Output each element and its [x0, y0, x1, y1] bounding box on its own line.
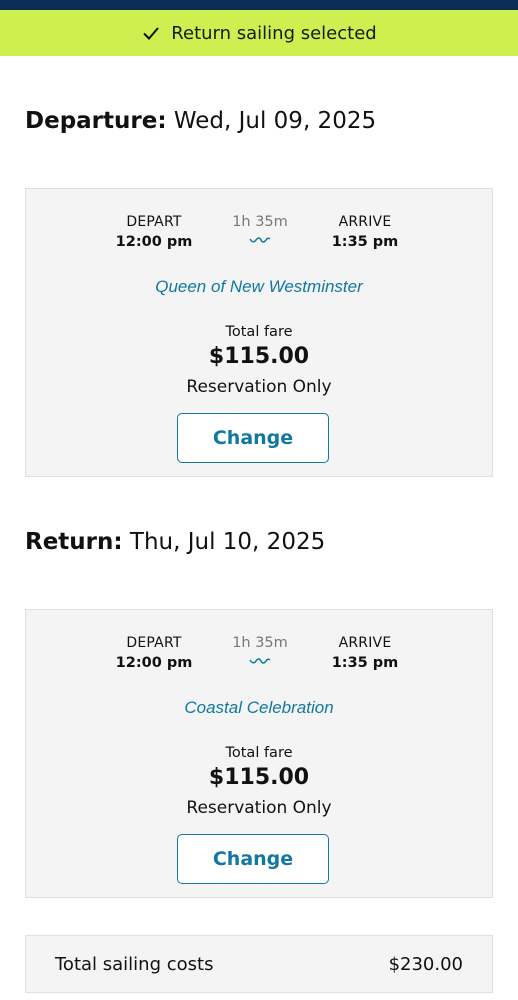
wave-icon — [249, 658, 271, 664]
vessel-name[interactable]: Queen of New Westminster — [26, 277, 492, 297]
wave-icon — [249, 237, 271, 243]
depart-label: DEPART — [126, 214, 182, 230]
total-value: $230.00 — [388, 953, 463, 975]
duration: 1h 35m — [232, 635, 288, 651]
fare-amount: $115.00 — [208, 344, 310, 369]
change-departure-button[interactable]: Change — [177, 413, 329, 463]
return-heading: Return: Thu, Jul 10, 2025 — [25, 529, 325, 555]
departure-sailing-card: DEPART 12:00 pm 1h 35m ARRIVE 1:35 pm Qu… — [25, 188, 493, 477]
depart-label: DEPART — [126, 635, 182, 651]
arrive-time: 1:35 pm — [331, 234, 399, 250]
change-return-button[interactable]: Change — [177, 834, 329, 884]
departure-date: Wed, Jul 09, 2025 — [173, 108, 377, 134]
total-sailing-costs: Total sailing costs $230.00 — [25, 935, 493, 993]
arrive-label: ARRIVE — [338, 635, 392, 651]
selection-banner: Return sailing selected — [0, 10, 518, 56]
top-nav-bar — [0, 0, 518, 10]
fare-label: Total fare — [225, 324, 293, 340]
depart-time: 12:00 pm — [115, 234, 193, 250]
vessel-name[interactable]: Coastal Celebration — [26, 698, 492, 718]
departure-heading-label: Departure: — [25, 108, 167, 134]
fare-label: Total fare — [225, 745, 293, 761]
return-sailing-card: DEPART 12:00 pm 1h 35m ARRIVE 1:35 pm Co… — [25, 609, 493, 898]
depart-time: 12:00 pm — [115, 655, 193, 671]
fare-amount: $115.00 — [208, 765, 310, 790]
total-label: Total sailing costs — [55, 953, 214, 975]
duration: 1h 35m — [232, 214, 288, 230]
checkmark-icon — [143, 27, 160, 40]
arrive-time: 1:35 pm — [331, 655, 399, 671]
arrive-label: ARRIVE — [338, 214, 392, 230]
fare-type: Reservation Only — [186, 798, 332, 818]
return-heading-label: Return: — [25, 529, 123, 555]
fare-type: Reservation Only — [186, 377, 332, 397]
return-date: Thu, Jul 10, 2025 — [129, 529, 326, 555]
banner-text: Return sailing selected — [171, 22, 377, 44]
departure-heading: Departure: Wed, Jul 09, 2025 — [25, 108, 376, 134]
